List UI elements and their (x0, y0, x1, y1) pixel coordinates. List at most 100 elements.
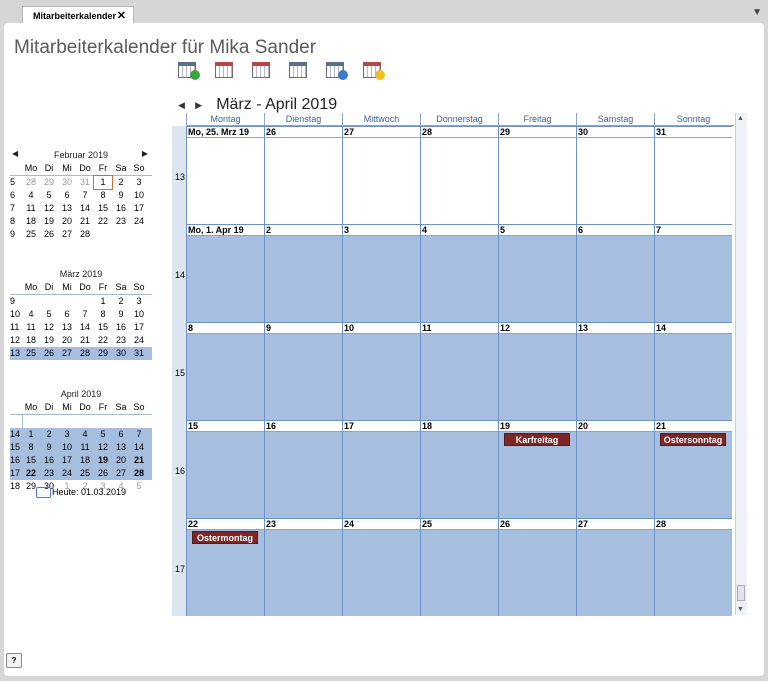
day-cell[interactable]: 26 (498, 518, 576, 616)
mini-day[interactable]: 18 (22, 215, 40, 228)
holiday-event-karfreitag[interactable]: Karfreitag (504, 433, 570, 446)
mini-day[interactable]: 19 (40, 334, 58, 347)
mini-day[interactable]: 18 (76, 454, 94, 467)
day-cell[interactable]: 28 (654, 518, 732, 616)
prev-month-icon[interactable]: ◀ (178, 100, 185, 110)
day-cell[interactable]: 23 (264, 518, 342, 616)
mini-day[interactable]: 10 (130, 189, 148, 202)
mini-day[interactable]: 2 (40, 428, 58, 441)
mini-day[interactable]: 25 (22, 228, 40, 241)
holiday-event-ostersonntag[interactable]: Ostersonntag (660, 433, 726, 446)
mini-day[interactable]: 23 (40, 467, 58, 480)
mini-day[interactable]: 11 (22, 321, 40, 334)
mini-day[interactable]: 6 (58, 189, 76, 202)
day-cell[interactable]: 4 (420, 224, 498, 322)
day-cell[interactable]: 27 (576, 518, 654, 616)
mini-day[interactable]: 31 (130, 347, 148, 360)
mini-day[interactable]: 1 (22, 428, 40, 441)
mini-next-icon[interactable]: ▶ (142, 149, 148, 158)
close-icon[interactable]: ✕ (117, 9, 126, 22)
mini-day[interactable]: 31 (76, 176, 94, 189)
mini-day[interactable]: 29 (94, 347, 112, 360)
day-cell[interactable]: 19 Karfreitag (498, 420, 576, 518)
mini-day[interactable]: 12 (40, 202, 58, 215)
mini-day[interactable]: 7 (76, 308, 94, 321)
mini-day[interactable]: 20 (112, 454, 130, 467)
mini-day[interactable]: 25 (76, 467, 94, 480)
day-cell[interactable]: 22 Ostermontag (186, 518, 264, 616)
mini-day[interactable]: 24 (58, 467, 76, 480)
mini-day[interactable]: 4 (76, 428, 94, 441)
mini-day[interactable]: 24 (130, 334, 148, 347)
day-cell[interactable]: 13 (576, 322, 654, 420)
tab-menu-icon[interactable]: ▼ (752, 7, 762, 18)
day-cell[interactable]: 27 (342, 126, 420, 224)
day-cell[interactable]: 12 (498, 322, 576, 420)
mini-day[interactable]: 9 (40, 441, 58, 454)
mini-day[interactable]: 21 (130, 454, 148, 467)
mini-day[interactable]: 5 (40, 189, 58, 202)
mini-day[interactable]: 8 (94, 308, 112, 321)
mini-day[interactable]: 27 (58, 347, 76, 360)
tab-mitarbeiterkalender[interactable]: Mitarbeiterkalender ✕ (22, 6, 134, 24)
day-cell[interactable]: 3 (342, 224, 420, 322)
day-cell[interactable]: Mo, 1. Apr 19 (186, 224, 264, 322)
day-cell[interactable]: 6 (576, 224, 654, 322)
day-cell[interactable]: 15 (186, 420, 264, 518)
mini-day[interactable]: 26 (40, 347, 58, 360)
mini-day[interactable]: 23 (112, 215, 130, 228)
mini-day[interactable]: 7 (130, 428, 148, 441)
help-button[interactable]: ? (6, 653, 22, 668)
mini-day[interactable]: 17 (130, 202, 148, 215)
mini-day[interactable]: 13 (58, 202, 76, 215)
mini-day[interactable]: 20 (58, 334, 76, 347)
mini-day[interactable]: 26 (94, 467, 112, 480)
mini-day[interactable]: 21 (76, 334, 94, 347)
mini-day[interactable]: 2 (112, 295, 130, 308)
day-cell[interactable]: 26 (264, 126, 342, 224)
mini-day[interactable]: 28 (76, 347, 94, 360)
mini-day[interactable]: 5 (40, 308, 58, 321)
day-cell[interactable]: 17 (342, 420, 420, 518)
day-cell[interactable]: 16 (264, 420, 342, 518)
mini-day[interactable]: 5 (130, 480, 148, 493)
mini-day[interactable]: 16 (40, 454, 58, 467)
mini-day[interactable]: 8 (94, 189, 112, 202)
week-view-button[interactable] (250, 59, 274, 81)
mini-day[interactable]: 10 (130, 308, 148, 321)
mini-day[interactable]: 7 (76, 189, 94, 202)
mini-day[interactable]: 4 (22, 308, 40, 321)
next-month-icon[interactable]: ▶ (195, 100, 202, 110)
mini-day[interactable]: 22 (94, 334, 112, 347)
mini-day[interactable]: 14 (130, 441, 148, 454)
mini-day[interactable]: 27 (58, 228, 76, 241)
mini-day[interactable]: 6 (112, 428, 130, 441)
month-view-button[interactable] (287, 59, 311, 81)
day-cell[interactable]: 28 (420, 126, 498, 224)
day-cell[interactable]: 29 (498, 126, 576, 224)
mini-day[interactable]: 30 (58, 176, 76, 189)
mini-day[interactable]: 6 (58, 308, 76, 321)
day-cell[interactable]: 5 (498, 224, 576, 322)
day-cell[interactable]: 20 (576, 420, 654, 518)
mini-day[interactable]: 1 (93, 175, 113, 190)
mini-day[interactable]: 3 (130, 295, 148, 308)
mini-day[interactable]: 3 (130, 176, 148, 189)
mini-day[interactable]: 14 (76, 321, 94, 334)
holiday-event-ostermontag[interactable]: Ostermontag (192, 531, 258, 544)
mini-day[interactable]: 10 (58, 441, 76, 454)
day-cell[interactable]: 14 (654, 322, 732, 420)
mini-day[interactable]: 9 (112, 189, 130, 202)
day-cell[interactable]: 10 (342, 322, 420, 420)
day-cell[interactable]: 21 Ostersonntag (654, 420, 732, 518)
mini-day[interactable]: 8 (22, 441, 40, 454)
mini-day[interactable]: 15 (94, 321, 112, 334)
vertical-scrollbar[interactable]: ▲ ▼ (735, 113, 747, 615)
mini-day[interactable]: 19 (94, 454, 112, 467)
day-cell[interactable]: 30 (576, 126, 654, 224)
mini-day[interactable]: 13 (58, 321, 76, 334)
scroll-thumb[interactable] (737, 585, 745, 601)
day-cell[interactable]: 31 (654, 126, 732, 224)
add-appointment-button[interactable] (176, 59, 200, 81)
mini-day[interactable]: 24 (130, 215, 148, 228)
